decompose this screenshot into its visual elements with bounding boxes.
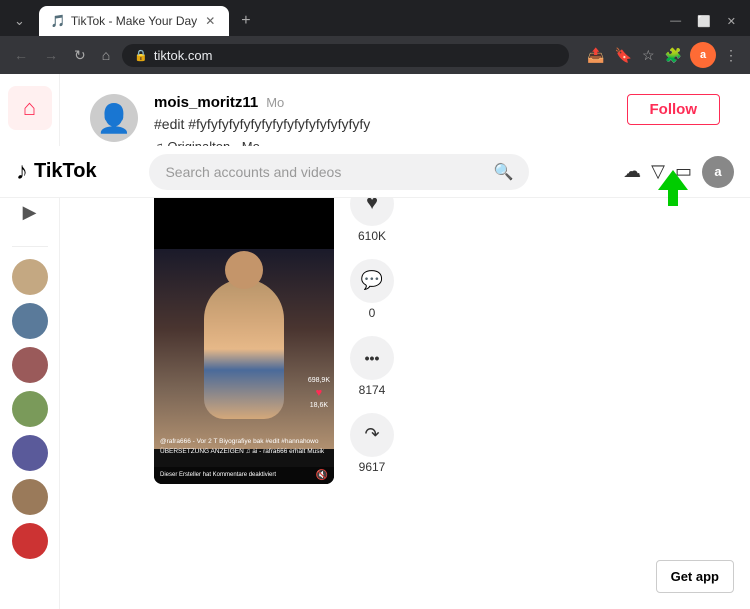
upload-button[interactable]: ☁: [623, 161, 641, 182]
sidebar-avatar-4[interactable]: [12, 391, 48, 427]
tiktok-header: ♪ TikTok 🔍 ☁ ▽ ▭ a: [0, 146, 750, 198]
video-right-stats: 698,9K ♥ 18,6K: [308, 377, 330, 409]
extensions-button[interactable]: 🧩: [663, 45, 684, 66]
home-icon: ⌂: [23, 95, 36, 121]
address-bar-row: ← → ↻ ⌂ 🔒 tiktok.com 📤 🔖 ☆ 🧩 a ⋮: [0, 36, 750, 74]
video-overlay-text: @rafra666 - Vor 2 T Biyografiye bak #edi…: [160, 437, 328, 455]
post-username[interactable]: mois_moritz11: [154, 94, 258, 111]
search-icon: 🔍: [494, 162, 514, 182]
share-browser-button[interactable]: 🔖: [613, 45, 634, 66]
sidebar-avatar-7[interactable]: [12, 523, 48, 559]
video-bottom-bar: Dieser Ersteller hat Kommentare deaktivi…: [154, 467, 334, 484]
comment-button[interactable]: 💬 0: [350, 259, 394, 320]
tiktok-logo-text: TikTok: [34, 160, 97, 183]
search-bar[interactable]: 🔍: [149, 154, 529, 190]
explore-icon: ▶: [23, 202, 37, 223]
green-arrow-indicator: [658, 170, 688, 211]
tab-bar: ⌄ 🎵 TikTok - Make Your Day ✕ + — ⬜ ✕: [0, 0, 750, 36]
browser-chrome: ⌄ 🎵 TikTok - Make Your Day ✕ + — ⬜ ✕ ← →…: [0, 0, 750, 74]
more-button[interactable]: ••• 8174: [350, 336, 394, 397]
video-heart-icon: ♥: [316, 387, 323, 399]
sidebar-avatar-5[interactable]: [12, 435, 48, 471]
back-button[interactable]: ←: [10, 45, 32, 65]
menu-button[interactable]: ⋮: [722, 45, 740, 66]
share-button[interactable]: ↷ 9617: [350, 413, 394, 474]
chevron-up-icon: ⌄: [8, 9, 31, 33]
browser-actions: 📤 🔖 ☆ 🧩 a ⋮: [585, 42, 740, 68]
video-player[interactable]: ♪ TikTok @mois_moritz11: [154, 164, 334, 484]
video-stat-comments: 18,6K: [310, 402, 328, 409]
tiktok-logo: ♪ TikTok: [16, 158, 97, 186]
home-button[interactable]: ⌂: [98, 45, 114, 65]
address-bar[interactable]: 🔒 tiktok.com: [122, 44, 569, 67]
user-avatar[interactable]: a: [702, 156, 734, 188]
like-count: 610K: [358, 229, 386, 243]
avatar-placeholder-icon: 👤: [97, 102, 132, 135]
tiktok-logo-icon: ♪: [16, 158, 28, 186]
share-icon-circle: ↷: [350, 413, 394, 457]
video-person-area: 698,9K ♥ 18,6K: [154, 249, 334, 449]
url-text: tiktok.com: [154, 48, 213, 63]
video-stat-likes: 698,9K: [308, 377, 330, 384]
tab-title: TikTok - Make Your Day: [71, 14, 197, 28]
star-button[interactable]: ☆: [640, 45, 657, 66]
video-inner: ♪ TikTok @mois_moritz11: [154, 164, 334, 484]
refresh-button[interactable]: ↻: [70, 45, 90, 66]
more-count: 8174: [359, 383, 386, 397]
video-bottom-text: Dieser Ersteller hat Kommentare deaktivi…: [160, 472, 276, 478]
sidebar-avatar-2[interactable]: [12, 303, 48, 339]
browser-profile[interactable]: a: [690, 42, 716, 68]
window-controls-left: ⌄: [8, 9, 31, 33]
more-icon: •••: [365, 350, 380, 366]
new-tab-button[interactable]: +: [233, 8, 258, 34]
tab-close-button[interactable]: ✕: [203, 12, 217, 30]
video-person-silhouette: [154, 249, 334, 449]
video-head: [225, 251, 263, 289]
video-figure: [204, 279, 284, 419]
search-input[interactable]: [165, 164, 485, 180]
close-window-button[interactable]: ✕: [721, 11, 742, 32]
app-wrapper: ♪ TikTok 🔍 ☁ ▽ ▭ a ⌂ 👤 ▶: [0, 74, 750, 609]
share-count: 9617: [359, 460, 386, 474]
follow-button[interactable]: Follow: [627, 94, 721, 125]
get-app-button[interactable]: Get app: [656, 560, 734, 593]
lock-icon: 🔒: [134, 49, 148, 62]
sidebar-item-home[interactable]: ⌂: [8, 86, 52, 130]
sidebar-avatar-3[interactable]: [12, 347, 48, 383]
tab-favicon: 🎵: [51, 14, 65, 28]
sidebar-avatar-6[interactable]: [12, 479, 48, 515]
sidebar-avatar-1[interactable]: [12, 259, 48, 295]
forward-button[interactable]: →: [40, 45, 62, 65]
interactions-panel: ♥ 610K 💬 0: [350, 182, 394, 484]
post-description: #edit #fyfyfyfyfyfyfyfyfyfyfyfyfyfyfyfy: [154, 115, 370, 135]
window-controls-right: — ⬜ ✕: [664, 11, 742, 32]
more-icon-circle: •••: [350, 336, 394, 380]
post-author-avatar[interactable]: 👤: [90, 94, 138, 142]
post-time: Mo: [266, 95, 284, 110]
active-tab[interactable]: 🎵 TikTok - Make Your Day ✕: [39, 6, 229, 36]
sidebar-divider: [12, 246, 48, 247]
restore-button[interactable]: ⬜: [691, 11, 717, 32]
comment-icon: 💬: [361, 270, 383, 291]
comment-icon-circle: 💬: [350, 259, 394, 303]
cast-button[interactable]: 📤: [585, 45, 606, 66]
share-icon: ↷: [364, 424, 379, 445]
mute-icon[interactable]: 🔇: [316, 470, 328, 481]
post-header: mois_moritz11 Mo: [154, 94, 370, 111]
video-row: ♪ TikTok @mois_moritz11: [154, 164, 720, 484]
minimize-button[interactable]: —: [664, 11, 687, 32]
comment-count: 0: [369, 306, 376, 320]
